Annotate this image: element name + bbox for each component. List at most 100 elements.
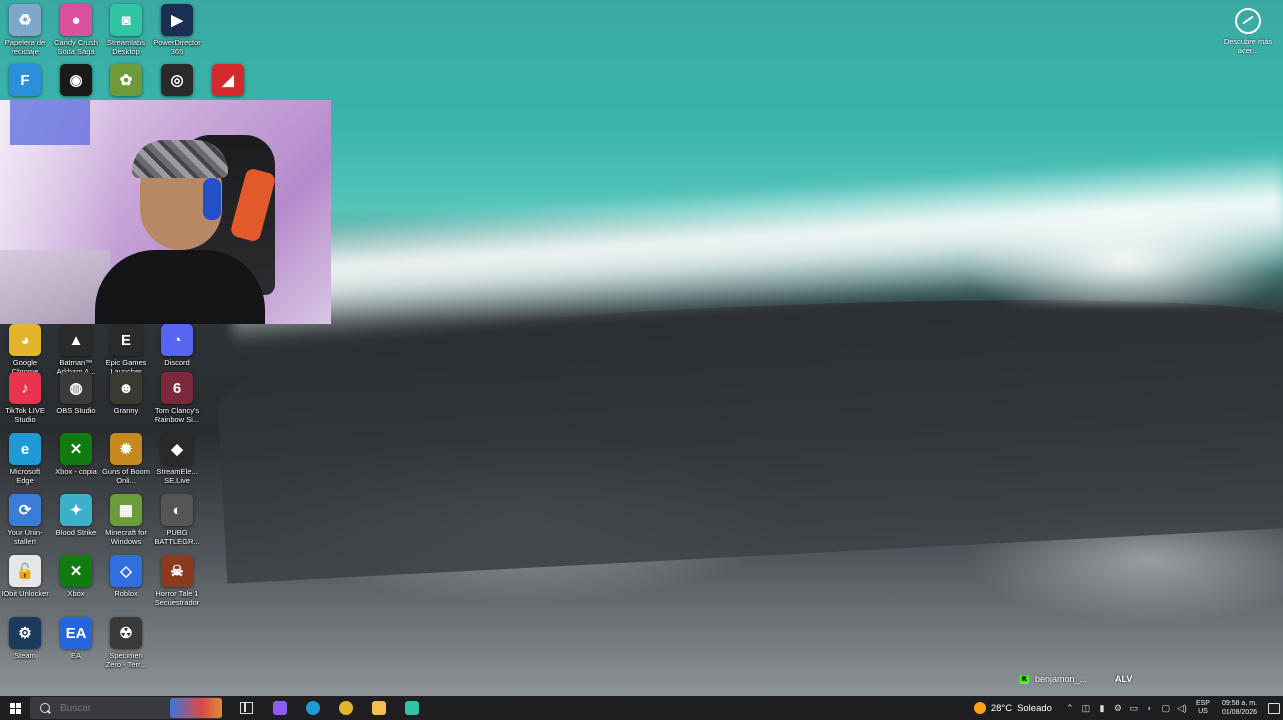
desktop-icon[interactable]: ✕ Xbox - copia [51, 433, 101, 491]
monitor-icon: ▭ [1129, 702, 1139, 713]
streamlabs-icon: ◙ [110, 4, 142, 36]
network-icon: ▢ [1161, 702, 1171, 713]
uninstaller-icon: ⟳ [9, 494, 41, 526]
desktop-icon[interactable]: ◇ Roblox [101, 555, 151, 613]
desktop-icon-label: Discord [164, 358, 190, 367]
tray-network[interactable]: ▢ [1158, 696, 1174, 720]
desktop-icon[interactable]: ◍ OBS Studio [51, 372, 101, 430]
gear-icon: ⚙ [1113, 702, 1122, 713]
desktop-icon-label: PowerDirector 365 [153, 38, 201, 56]
pubg-icon: ◐ [161, 494, 193, 526]
stream-username: benjamon_... [1035, 674, 1088, 684]
desktop-icon[interactable]: ◙ Streamlabs Desktop [101, 4, 151, 62]
taskbar-clock[interactable]: 09:58 a. m. 01/08/2026 [1216, 699, 1265, 717]
desktop-icon[interactable]: EA EA [51, 617, 101, 675]
desktop-icon-label: Specimen Zero - Terr... [105, 651, 147, 669]
desktop-icon[interactable]: ✹ Guns of Boom Onli... [101, 433, 151, 491]
background-floor [0, 250, 110, 324]
steam-icon: ⚙ [9, 617, 41, 649]
desktop-icon[interactable]: ◆ StreamEle... SE.Live [152, 433, 202, 491]
streamer-cap [132, 140, 228, 178]
taskbar-edge[interactable] [296, 696, 329, 720]
tray-settings[interactable]: ⚙ [1110, 696, 1126, 720]
task-view-button[interactable] [230, 696, 263, 720]
desktop-icon[interactable]: ✕ Xbox [51, 555, 101, 613]
desktop-icon-label: Papelera de reciclaje [4, 38, 46, 56]
app-icon-eye: ◉ [60, 64, 92, 96]
webcam-overlay [0, 100, 331, 324]
desktop-icon[interactable]: ▦ Minecraft for Windows [101, 494, 151, 552]
desktop-icon[interactable]: ☠ Horror Tale 1 Secuestrador [152, 555, 202, 613]
show-hidden-icons-button[interactable]: ⌃ [1062, 696, 1078, 720]
desktop-icon[interactable]: ⚙ Steam [0, 617, 50, 675]
streamlabs-icon [404, 701, 419, 715]
weather-widget[interactable]: 28°C Soleado [964, 702, 1062, 714]
compass-icon [1235, 8, 1261, 34]
copilot-icon [272, 701, 287, 715]
tray-display[interactable]: ▭ [1126, 696, 1142, 720]
language-indicator[interactable]: ESP US [1190, 700, 1216, 716]
desktop-icon-label: Xbox [67, 589, 85, 598]
taskbar-file-explorer[interactable] [362, 696, 395, 720]
xbox-icon: ✕ [60, 433, 92, 465]
desktop-icon-label: Microsoft Edge [9, 467, 41, 485]
background-shelf [10, 100, 90, 145]
camera-icon: ◫ [1081, 702, 1091, 713]
desktop-icon-label: Streamlabs Desktop [107, 38, 145, 56]
desktop-icon-label: Tom Clancy's Rainbow Si... [154, 406, 200, 424]
app-icon-spiral: ◎ [161, 64, 193, 96]
granny-icon: ☻ [110, 372, 142, 404]
taskbar-copilot[interactable] [263, 696, 296, 720]
edge-icon: ◐ [1147, 703, 1153, 713]
discord-icon: ◔ [161, 324, 193, 356]
desktop-icon-label: Candy Crush Soda Saga [54, 38, 98, 56]
discover-widget[interactable]: Descubre más acer... [1220, 8, 1276, 55]
ea-icon: EA [60, 617, 92, 649]
app-icon-blue: F [9, 64, 41, 96]
desktop-icon[interactable]: ♻ Papelera de reciclaje [0, 4, 50, 62]
task-view-icon [240, 702, 253, 714]
notification-icon [1268, 702, 1280, 714]
taskbar-chrome[interactable] [329, 696, 362, 720]
desktop-icon[interactable]: ● Candy Crush Soda Saga [51, 4, 101, 62]
kick-icon: K [1020, 674, 1029, 684]
discover-label: Descubre más acer... [1223, 37, 1273, 55]
clock-time: 09:58 a. m. [1221, 700, 1257, 707]
tray-edge[interactable]: ◐ [1142, 696, 1158, 720]
notification-center-button[interactable] [1265, 696, 1283, 720]
desktop-icon[interactable]: ✦ Blood Strike [51, 494, 101, 552]
desktop-icon-label: TikTok LIVE Studio [5, 406, 45, 424]
desktop-icon-label: Horror Tale 1 Secuestrador [154, 589, 200, 607]
desktop-icon[interactable]: ☢ Specimen Zero - Terr... [101, 617, 151, 675]
taskbar-search[interactable] [30, 697, 222, 719]
desktop-icon[interactable]: ☻ Granny [101, 372, 151, 430]
desktop-icon[interactable]: e Microsoft Edge [0, 433, 50, 491]
desktop-icon[interactable]: ◐ PUBG BATTLEGR... [152, 494, 202, 552]
amd-icon: ◢ [212, 64, 244, 96]
tray-mic[interactable]: ▮ [1094, 696, 1110, 720]
microphone-icon: ▮ [1099, 702, 1105, 713]
chevron-up-icon: ⌃ [1066, 702, 1074, 713]
candy-crush-icon: ● [60, 4, 92, 36]
tray-app-icon[interactable]: ◫ [1078, 696, 1094, 720]
start-button[interactable] [0, 696, 30, 720]
desktop-icon[interactable]: ♪ TikTok LIVE Studio [0, 372, 50, 430]
app-icon-flower: ✿ [110, 64, 142, 96]
desktop-icon-label: Steam [14, 651, 36, 660]
tray-volume[interactable]: ◁) [1174, 696, 1190, 720]
desktop-icon-label: Xbox - copia [55, 467, 97, 476]
obs-icon: ◍ [60, 372, 92, 404]
taskbar-streamlabs[interactable] [395, 696, 428, 720]
desktop-icon-label: Blood Strike [55, 528, 97, 537]
desktop-icon[interactable]: ⟳ Your Unin-staller! [0, 494, 50, 552]
desktop-icon[interactable]: 🔓 IObit Unlocker [0, 555, 50, 613]
desktop-icon-label: OBS Studio [56, 406, 96, 415]
search-input[interactable] [58, 701, 172, 715]
roblox-icon: ◇ [110, 555, 142, 587]
weather-condition: Soleado [1017, 702, 1052, 714]
stream-watermark: K benjamon_... ALV [1020, 674, 1132, 684]
clock-date: 01/08/2026 [1221, 709, 1257, 716]
desktop-icon[interactable]: 6 Tom Clancy's Rainbow Si... [152, 372, 202, 430]
desktop-icon[interactable]: ▶ PowerDirector 365 [152, 4, 202, 62]
desktop-icon-label: Minecraft for Windows [105, 528, 147, 546]
